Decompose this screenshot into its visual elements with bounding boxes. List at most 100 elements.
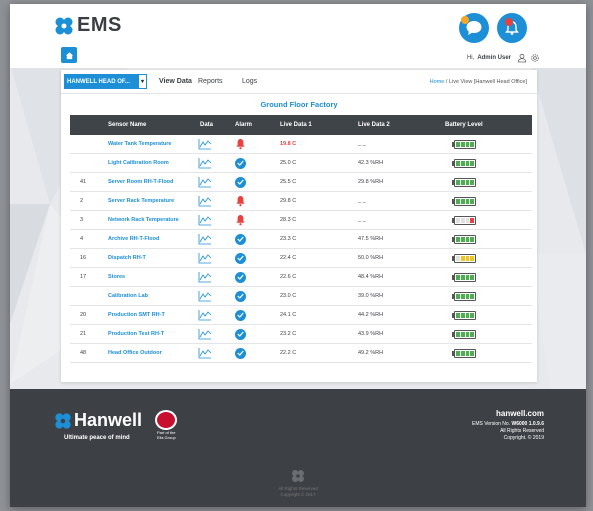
app-header: EMS Hi, Admin User [10,4,586,68]
user-icon[interactable] [517,53,527,63]
table-row[interactable]: Light Calibration Room 25.0 C 42.3 %RH [70,154,532,173]
alarm-bell-icon[interactable] [235,135,246,153]
sensor-table: Sensor Name Data Alarm Live Data 1 Live … [70,115,532,363]
table-row[interactable]: 48 Head Office Outdoor 22.2 C 49.2 %RH [70,344,532,363]
footer-copyright: Copyright. © 2019 [503,435,544,441]
sensor-name-link[interactable]: Archive RH-T-Flood [108,230,159,248]
battery-icon [452,344,476,362]
tab-reports[interactable]: Reports [198,78,223,85]
footer-info: hanwell.com EMS Version No. W6000 1.0.9.… [472,410,544,442]
chart-icon[interactable] [198,230,212,248]
table-row[interactable]: 4 Archive RH-T-Flood 23.3 C 47.5 %RH [70,230,532,249]
sensor-name-link[interactable]: Server Room RH-T-Flood [108,173,173,191]
sensor-name-link[interactable]: Production Test RH-T [108,325,164,343]
footer-rights: All Rights Reserved [500,428,544,434]
ok-check-icon[interactable] [235,230,246,248]
battery-icon [452,268,476,286]
sensor-id: 48 [80,350,87,356]
sensor-name-link[interactable]: Stores [108,268,125,286]
live-data-1: 23.2 C [280,331,297,337]
sensor-name-link[interactable]: Head Office Outdoor [108,344,162,362]
center-rights: All Rights Reserved [278,486,318,491]
sensor-id: 21 [80,331,87,337]
table-row[interactable]: 3 Network Rack Temperature 28.3 C _ _ [70,211,532,230]
greeting-text: Hi, [466,55,475,61]
table-row[interactable]: 41 Server Room RH-T-Flood 25.5 C 29.8 %RH [70,173,532,192]
live-data-1: 22.6 C [280,274,297,280]
sensor-id: 2 [80,198,84,204]
alarm-bell-icon[interactable] [235,192,246,210]
battery-icon [452,173,476,191]
table-row[interactable]: 16 Dispatch RH-T 22.4 C 50.0 %RH [70,249,532,268]
part-of-line-2: Elis Group [157,435,176,440]
tab-view-data[interactable]: View Data [159,78,192,85]
chart-icon[interactable] [198,154,212,172]
live-data-1: 22.4 C [280,255,297,261]
live-data-2: _ _ [358,198,366,204]
ok-check-icon[interactable] [235,154,246,172]
ok-check-icon[interactable] [235,173,246,191]
sensor-name-link[interactable]: Light Calibration Room [108,154,169,172]
ok-check-icon[interactable] [235,249,246,267]
alarm-bell-icon[interactable] [235,211,246,229]
chart-icon[interactable] [198,344,212,362]
chart-icon[interactable] [198,173,212,191]
user-name[interactable]: Admin User [477,55,511,61]
chart-icon[interactable] [198,287,212,305]
footer-hanwell-logo[interactable]: Hanwell [54,410,142,431]
alarms-button[interactable] [497,13,527,43]
ok-check-icon[interactable] [235,287,246,305]
live-data-1: 22.2 C [280,350,297,356]
table-row[interactable]: Calibration Lab 23.0 C 39.0 %RH [70,287,532,306]
table-header: Sensor Name Data Alarm Live Data 1 Live … [70,115,532,135]
tab-logs[interactable]: Logs [242,78,257,85]
chart-icon[interactable] [198,325,212,343]
table-row[interactable]: Water Tank Temperature 19.8 C _ _ [70,135,532,154]
breadcrumb-home-link[interactable]: Home [430,79,445,85]
sensor-id: 41 [80,179,87,185]
chart-icon[interactable] [198,211,212,229]
settings-gear-icon[interactable] [530,53,540,63]
nav-bar: HANWELL HEAD OF... ▾ View Data Reports L… [61,70,537,94]
table-row[interactable]: 21 Production Test RH-T 23.2 C 43.9 %RH [70,325,532,344]
ok-check-icon[interactable] [235,344,246,362]
chart-icon[interactable] [198,192,212,210]
live-data-2: 29.8 %RH [358,179,384,185]
sensor-name-link[interactable]: Calibration Lab [108,287,148,305]
sensor-name-link[interactable]: Network Rack Temperature [108,211,179,229]
footer-center: All Rights Reserved Copyright © 2017 [10,469,586,498]
breadcrumb-current: Live View [Hanwell Head Office] [448,79,527,85]
chart-icon[interactable] [198,306,212,324]
sensor-name-link[interactable]: Dispatch RH-T [108,249,146,267]
home-button[interactable] [61,47,77,63]
sensor-name-link[interactable]: Water Tank Temperature [108,135,171,153]
battery-icon [452,230,476,248]
ok-check-icon[interactable] [235,268,246,286]
table-row[interactable]: 17 Stores 22.6 C 48.4 %RH [70,268,532,287]
messages-button[interactable] [459,13,489,43]
sensor-id: 4 [80,236,84,242]
battery-icon [452,287,476,305]
sensor-name-link[interactable]: Server Rack Temperature [108,192,174,210]
chart-icon[interactable] [198,268,212,286]
battery-icon [452,325,476,343]
chart-icon[interactable] [198,135,212,153]
battery-icon [452,306,476,324]
ok-check-icon[interactable] [235,325,246,343]
live-data-2: 44.2 %RH [358,312,384,318]
live-data-1: 28.3 C [280,217,297,223]
ems-logo[interactable]: EMS [54,14,122,37]
site-select-dropdown[interactable]: HANWELL HEAD OF... ▾ [64,74,147,89]
live-data-2: 49.2 %RH [358,350,384,356]
sensor-id: 20 [80,312,87,318]
table-row[interactable]: 20 Production SMT RH-T 24.1 C 44.2 %RH [70,306,532,325]
version-number: W6000 1.0.9.6 [511,421,544,427]
sensor-name-link[interactable]: Production SMT RH-T [108,306,165,324]
header-sensor-name: Sensor Name [108,122,147,128]
footer-site-link[interactable]: hanwell.com [472,410,544,418]
header-live-data-1: Live Data 1 [280,122,312,128]
chart-icon[interactable] [198,249,212,267]
footer-brand: Hanwell [74,410,143,430]
ok-check-icon[interactable] [235,306,246,324]
table-row[interactable]: 2 Server Rack Temperature 29.8 C _ _ [70,192,532,211]
